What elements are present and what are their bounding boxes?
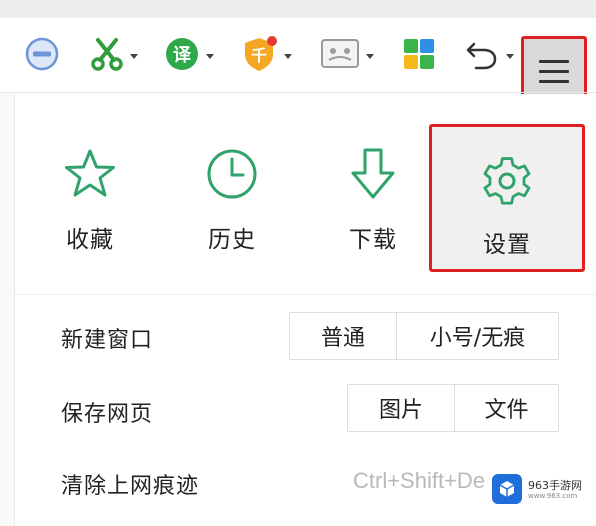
apps-button[interactable] xyxy=(402,36,436,76)
translate-icon: 译 xyxy=(164,36,200,76)
save-page-options: 图片 文件 xyxy=(347,384,559,432)
cube-logo-icon xyxy=(492,474,522,504)
save-page-label: 保存网页 xyxy=(61,402,154,427)
hamburger-menu-icon xyxy=(539,70,569,73)
scissors-icon xyxy=(90,36,124,76)
menu-divider xyxy=(15,294,596,295)
favorites-label: 收藏 xyxy=(66,227,114,253)
security-button[interactable]: 千 xyxy=(242,36,292,76)
settings-button[interactable]: 设置 xyxy=(429,124,585,272)
browser-toolbar: 译 千 xyxy=(0,18,596,107)
hamburger-menu-icon xyxy=(539,60,569,63)
save-as-file-button[interactable]: 文件 xyxy=(454,385,558,431)
translate-button[interactable]: 译 xyxy=(164,36,214,76)
new-window-normal-button[interactable]: 普通 xyxy=(290,313,396,359)
new-window-label: 新建窗口 xyxy=(61,328,154,353)
history-button[interactable]: 历史 xyxy=(167,94,297,274)
toolbar-divider xyxy=(0,92,596,93)
gear-icon xyxy=(479,153,535,209)
chevron-down-icon[interactable] xyxy=(206,53,214,59)
game-button[interactable] xyxy=(320,36,374,76)
chevron-down-icon[interactable] xyxy=(366,53,374,59)
page-background xyxy=(0,94,14,526)
clear-traces-shortcut: Ctrl+Shift+Del xyxy=(353,468,490,493)
no-entry-icon xyxy=(24,36,60,76)
chevron-down-icon[interactable] xyxy=(506,53,514,59)
clear-traces-button[interactable]: 清除上网痕迹 xyxy=(61,468,199,500)
watermark-title: 963手游网 xyxy=(528,478,582,492)
chevron-down-icon[interactable] xyxy=(130,53,138,59)
download-button[interactable]: 下载 xyxy=(308,94,438,274)
shield-icon: 千 xyxy=(242,35,278,77)
chevron-down-icon[interactable] xyxy=(284,53,292,59)
game-icon xyxy=(320,37,360,75)
star-icon xyxy=(62,146,118,202)
translate-glyph: 译 xyxy=(173,45,192,66)
new-window-incognito-button[interactable]: 小号/无痕 xyxy=(396,313,558,359)
download-arrow-icon xyxy=(345,146,401,202)
clock-icon xyxy=(204,146,260,202)
watermark-subtitle: www.963.com xyxy=(528,491,578,500)
favorites-button[interactable]: 收藏 xyxy=(25,94,155,274)
apps-grid-icon xyxy=(402,37,436,75)
window-top-strip xyxy=(0,0,596,18)
save-as-image-button[interactable]: 图片 xyxy=(348,385,454,431)
undo-button[interactable] xyxy=(464,36,514,76)
new-window-options: 普通 小号/无痕 xyxy=(289,312,559,360)
undo-icon xyxy=(464,36,500,76)
shield-glyph: 千 xyxy=(251,46,267,65)
screenshot-button[interactable] xyxy=(90,36,138,76)
no-entry-button[interactable] xyxy=(24,36,60,76)
watermark-logo: 963手游网 www.963.com xyxy=(486,462,596,516)
history-label: 历史 xyxy=(208,227,256,253)
hamburger-menu-icon xyxy=(539,80,569,83)
download-label: 下载 xyxy=(349,227,397,253)
settings-label: 设置 xyxy=(483,232,531,258)
